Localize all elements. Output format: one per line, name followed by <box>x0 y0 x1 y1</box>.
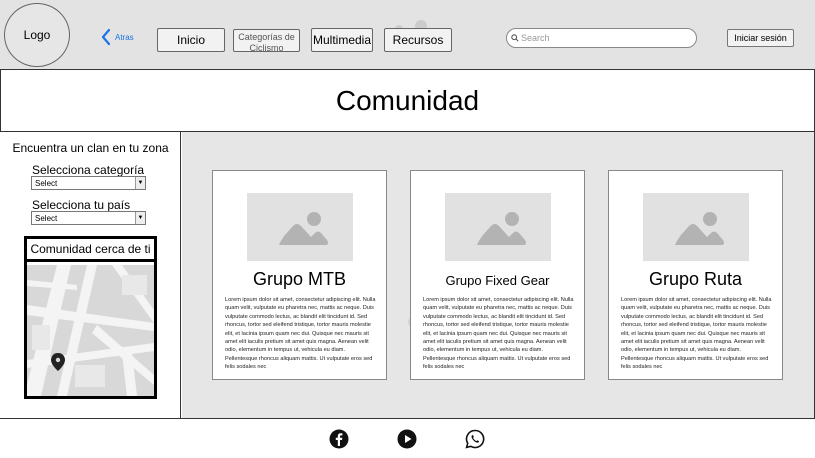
footer <box>0 418 815 458</box>
map-image <box>27 265 154 396</box>
category-select-value: Select <box>35 178 58 188</box>
nav-inicio[interactable]: Inicio <box>157 28 225 52</box>
category-select[interactable]: Select ▼ <box>31 176 146 190</box>
logo[interactable]: Logo <box>4 3 70 67</box>
groups-area: Grupo MTB Lorem ipsum dolor sit amet, co… <box>182 132 814 418</box>
dropdown-arrow-icon: ▼ <box>135 177 145 189</box>
nearby-community-panel: Comunidad cerca de ti <box>24 236 157 399</box>
title-band: Comunidad <box>0 70 815 132</box>
map[interactable] <box>27 265 154 396</box>
group-image-placeholder <box>247 193 353 261</box>
group-title: Grupo Ruta <box>648 269 743 289</box>
group-title: Grupo Fixed Gear <box>445 273 550 288</box>
country-select-value: Select <box>35 213 58 223</box>
country-select[interactable]: Select ▼ <box>31 211 146 225</box>
group-image-placeholder <box>445 193 551 261</box>
nav-multimedia[interactable]: Multimedia <box>311 28 373 52</box>
nearby-community-title: Comunidad cerca de ti <box>27 239 154 262</box>
youtube-icon[interactable] <box>397 429 417 449</box>
facebook-icon[interactable] <box>329 429 349 449</box>
group-card-ruta[interactable]: Grupo Ruta Lorem ipsum dolor sit amet, c… <box>608 170 783 380</box>
image-placeholder-icon <box>279 212 328 245</box>
page-title: Comunidad <box>335 84 480 116</box>
back-link[interactable]: Atras <box>100 28 134 46</box>
nav-recursos[interactable]: Recursos <box>384 28 452 52</box>
search-input[interactable] <box>521 33 691 43</box>
whatsapp-icon[interactable] <box>465 429 485 449</box>
nav-categorias[interactable]: Categorías de Ciclismo <box>233 29 300 53</box>
header: Logo Atras Inicio Categorías de Ciclismo… <box>0 0 815 70</box>
group-description: Lorem ipsum dolor sit amet, consectetur … <box>225 297 376 371</box>
group-card-fixed-gear[interactable]: Grupo Fixed Gear Lorem ipsum dolor sit a… <box>410 170 585 380</box>
back-link-label: Atras <box>115 32 134 42</box>
group-description: Lorem ipsum dolor sit amet, consectetur … <box>621 297 772 371</box>
sidebar: Encuentra un clan en tu zona Selecciona … <box>0 132 181 418</box>
group-description: Lorem ipsum dolor sit amet, consectetur … <box>423 297 574 371</box>
group-title: Grupo MTB <box>252 269 347 289</box>
group-card-mtb[interactable]: Grupo MTB Lorem ipsum dolor sit amet, co… <box>212 170 387 380</box>
image-placeholder-icon <box>477 212 526 245</box>
login-button[interactable]: Iniciar sesión <box>727 29 794 47</box>
search-icon <box>511 34 519 42</box>
country-label: Selecciona tu país <box>32 198 131 212</box>
search-box[interactable] <box>506 28 697 48</box>
chevron-left-icon <box>101 28 111 46</box>
group-image-placeholder <box>643 193 749 261</box>
image-placeholder-icon <box>675 212 724 245</box>
sidebar-title: Encuentra un clan en tu zona <box>12 141 169 155</box>
category-label: Selecciona categoría <box>32 163 145 177</box>
dropdown-arrow-icon: ▼ <box>135 212 145 224</box>
